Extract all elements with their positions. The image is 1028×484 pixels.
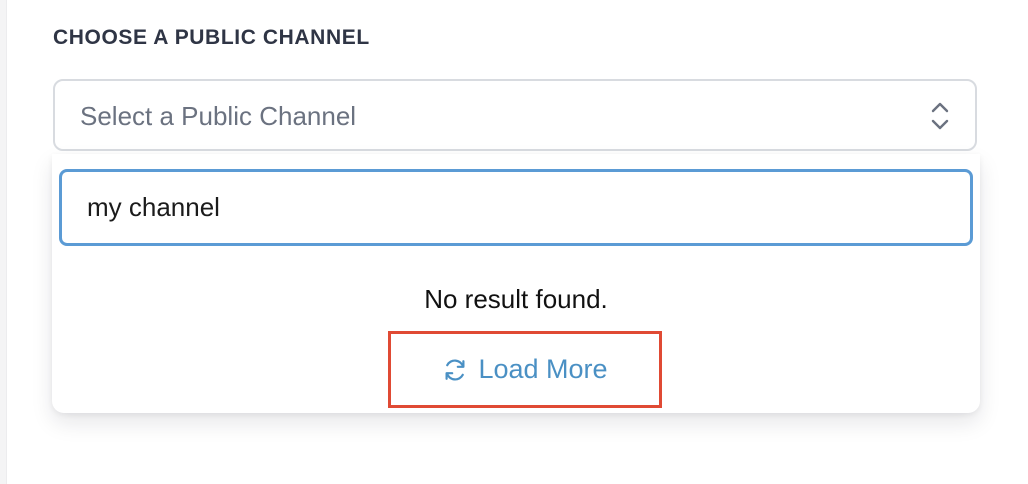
refresh-icon — [445, 358, 465, 381]
channel-search-input[interactable] — [59, 169, 973, 246]
page-left-edge — [0, 0, 7, 484]
select-placeholder: Select a Public Channel — [80, 101, 357, 131]
load-more-label: Load More — [478, 354, 608, 384]
public-channel-select[interactable]: Select a Public Channel — [53, 79, 977, 151]
chevron-updown-icon — [931, 102, 949, 130]
load-more-button[interactable]: Load More — [388, 331, 662, 408]
section-label: CHOOSE A PUBLIC CHANNEL — [53, 26, 370, 49]
no-result-message: No result found. — [424, 284, 608, 314]
channel-dropdown-panel: No result found. Load More — [52, 154, 980, 413]
